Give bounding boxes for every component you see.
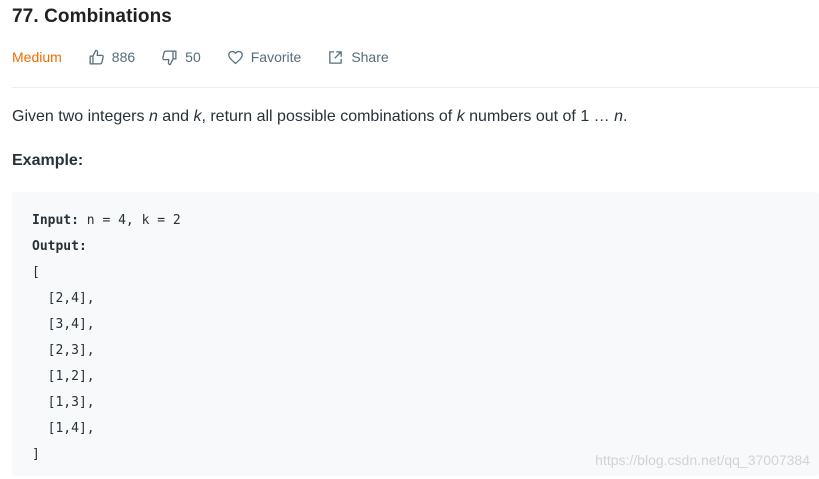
dislike-button[interactable]: 50 xyxy=(161,49,201,66)
var-n: n xyxy=(148,108,158,125)
example-code-block: Input: n = 4, k = 2 Output: [ [2,4], [3,… xyxy=(12,192,819,476)
like-button[interactable]: 886 xyxy=(88,49,135,66)
output-line: [2,4], xyxy=(32,291,95,306)
output-line: [3,4], xyxy=(32,317,95,332)
output-line: [1,4], xyxy=(32,421,95,436)
output-line: [1,2], xyxy=(32,369,95,384)
output-label: Output: xyxy=(32,239,87,254)
share-button[interactable]: Share xyxy=(327,49,389,66)
difficulty-label: Medium xyxy=(12,49,62,65)
share-label: Share xyxy=(351,49,389,65)
like-count: 886 xyxy=(111,49,136,65)
dislike-count: 50 xyxy=(185,49,201,65)
header-divider xyxy=(12,87,819,88)
thumbs-up-icon xyxy=(89,49,104,65)
input-value: n = 4, k = 2 xyxy=(78,213,181,228)
output-line: [ xyxy=(32,265,40,280)
problem-meta-bar: Medium 886 50 Favorite Share xyxy=(12,46,415,68)
favorite-label: Favorite xyxy=(250,49,302,65)
example-code: Input: n = 4, k = 2 Output: [ [2,4], [3,… xyxy=(32,208,181,468)
thumbs-down-icon xyxy=(162,49,177,65)
output-line: [2,3], xyxy=(32,343,95,358)
var-k: k xyxy=(456,108,465,125)
example-heading: Example: xyxy=(12,152,84,169)
problem-description: Given two integers n and k, return all p… xyxy=(12,108,628,125)
favorite-button[interactable]: Favorite xyxy=(227,49,302,66)
watermark: https://blog.csdn.net/qq_37007384 xyxy=(595,452,810,468)
heart-icon xyxy=(227,50,243,64)
var-n: n xyxy=(614,108,624,125)
problem-title: 77. Combinations xyxy=(12,6,172,27)
input-label: Input: xyxy=(32,213,79,228)
output-line: [1,3], xyxy=(32,395,95,410)
share-icon xyxy=(329,50,343,64)
output-line: ] xyxy=(32,447,40,462)
